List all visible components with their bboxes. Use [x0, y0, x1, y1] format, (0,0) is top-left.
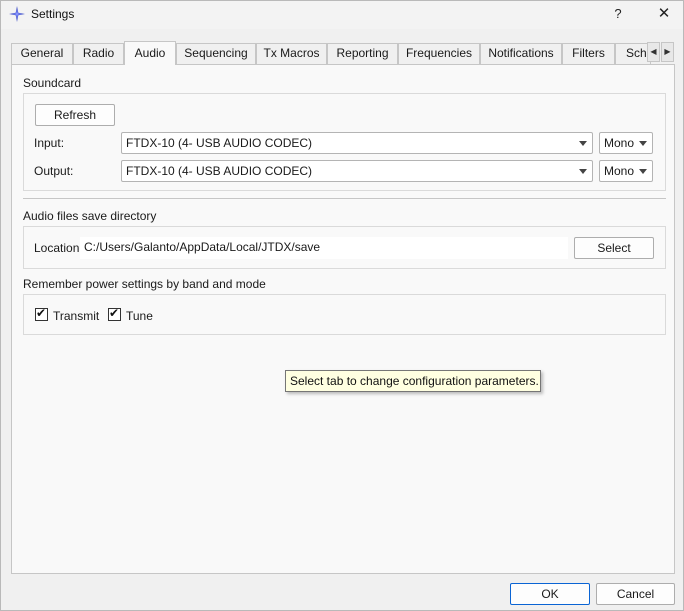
checkmark-icon: ✔	[36, 306, 47, 320]
tab-reporting[interactable]: Reporting	[327, 43, 398, 64]
output-label: Output:	[34, 164, 74, 178]
input-channel-select[interactable]: Mono	[599, 132, 653, 154]
checkmark-icon: ✔	[109, 306, 120, 320]
location-field[interactable]: C:/Users/Galanto/AppData/Local/JTDX/save	[80, 237, 568, 259]
input-device-select[interactable]: FTDX-10 (4- USB AUDIO CODEC)	[121, 132, 593, 154]
audio-files-group: Location: C:/Users/Galanto/AppData/Local…	[23, 226, 666, 269]
tab-filters[interactable]: Filters	[562, 43, 615, 64]
input-device-value: FTDX-10 (4- USB AUDIO CODEC)	[126, 136, 313, 150]
input-channel-value: Mono	[604, 136, 635, 150]
settings-dialog: Settings ? ✕ General Radio Audio Sequenc…	[0, 0, 684, 611]
soundcard-group: Refresh Input: FTDX-10 (4- USB AUDIO COD…	[23, 93, 666, 191]
tab-radio[interactable]: Radio	[73, 43, 124, 64]
chevron-down-icon	[639, 141, 647, 146]
refresh-button[interactable]: Refresh	[35, 104, 115, 126]
tab-sequencing[interactable]: Sequencing	[176, 43, 256, 64]
audio-tab-pane: Soundcard Refresh Input: FTDX-10 (4- USB…	[11, 64, 675, 574]
output-channel-select[interactable]: Mono	[599, 160, 653, 182]
tab-audio[interactable]: Audio	[124, 41, 176, 65]
output-channel-value: Mono	[604, 164, 635, 178]
select-directory-button[interactable]: Select	[574, 237, 654, 259]
section-divider	[23, 198, 666, 199]
transmit-label[interactable]: Transmit	[53, 309, 99, 323]
close-button[interactable]: ✕	[649, 3, 679, 25]
audio-files-heading: Audio files save directory	[23, 209, 157, 223]
location-label: Location:	[34, 241, 83, 255]
help-button[interactable]: ?	[603, 3, 633, 25]
tab-tooltip: Select tab to change configuration param…	[285, 370, 541, 392]
output-device-select[interactable]: FTDX-10 (4- USB AUDIO CODEC)	[121, 160, 593, 182]
tab-general[interactable]: General	[11, 43, 73, 64]
chevron-down-icon	[579, 169, 587, 174]
tab-scheduler[interactable]: Sch	[615, 43, 651, 64]
power-settings-group: ✔ Transmit ✔ Tune	[23, 294, 666, 335]
chevron-down-icon	[639, 169, 647, 174]
tab-bar: General Radio Audio Sequencing Tx Macros…	[11, 41, 651, 65]
soundcard-heading: Soundcard	[23, 76, 82, 90]
input-label: Input:	[34, 136, 65, 150]
tab-notifications[interactable]: Notifications	[480, 43, 562, 64]
output-device-value: FTDX-10 (4- USB AUDIO CODEC)	[126, 164, 313, 178]
tab-scroll-right-button[interactable]: ▶	[661, 42, 674, 62]
tab-scroll-left-button[interactable]: ◀	[647, 42, 660, 62]
cancel-button[interactable]: Cancel	[596, 583, 675, 605]
window-title: Settings	[31, 7, 75, 21]
ok-button[interactable]: OK	[510, 583, 590, 605]
tune-label[interactable]: Tune	[126, 309, 153, 323]
chevron-down-icon	[579, 141, 587, 146]
tune-checkbox[interactable]: ✔	[108, 306, 121, 321]
title-bar: Settings ? ✕	[1, 1, 683, 29]
tab-tx-macros[interactable]: Tx Macros	[256, 43, 327, 64]
star-compass-icon	[9, 6, 25, 22]
transmit-checkbox[interactable]: ✔	[35, 306, 48, 321]
power-settings-heading: Remember power settings by band and mode	[23, 277, 266, 291]
tab-frequencies[interactable]: Frequencies	[398, 43, 480, 64]
